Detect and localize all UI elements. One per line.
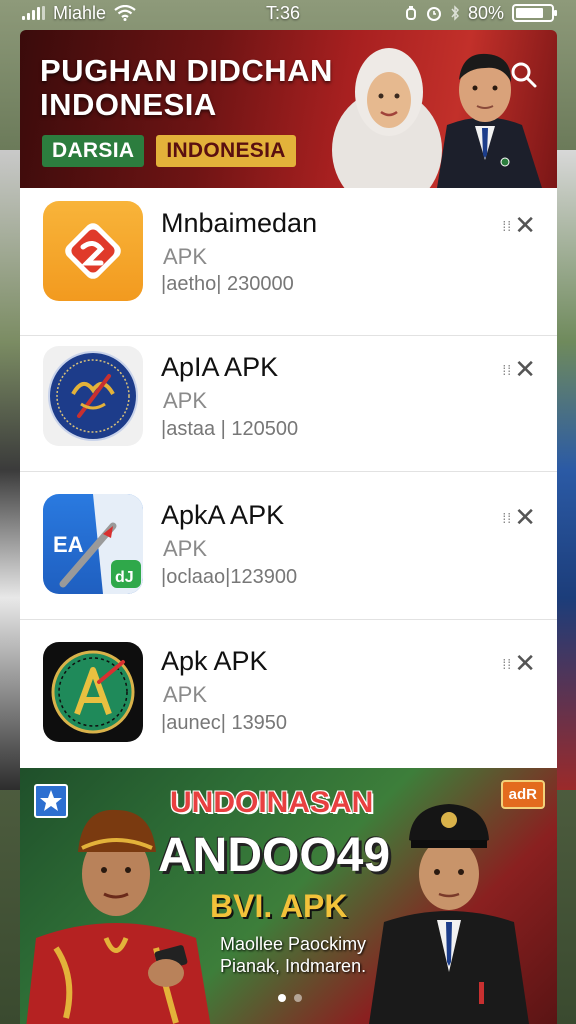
banner-portrait-image [332,48,542,188]
background-photo-right [556,150,576,790]
app-type: APK [163,536,208,561]
list-item[interactable]: ApIA APK APK |astaa | 120500 ⁞⁞ ✕ [20,324,557,472]
app-type: APK [163,682,208,707]
orange-diamond-app-icon [43,201,143,301]
app-type: APK [163,244,208,269]
dismiss-button[interactable]: ⁞⁞ ✕ [502,210,536,241]
svg-text:EA: EA [53,532,84,557]
carousel-dot-active[interactable] [278,994,286,1002]
dots-icon: ⁞⁞ [502,655,513,672]
dots-icon: ⁞⁞ [502,509,513,526]
star-logo-icon [34,784,68,818]
svg-text:dJ: dJ [115,569,134,586]
ea-pencil-app-icon: EA dJ [43,494,143,594]
carousel-dot[interactable] [294,994,302,1002]
app-name: Mnbaimedan [161,208,318,238]
status-right: 80% [404,2,557,24]
status-left: Miahle [22,3,136,24]
list-item[interactable]: EA dJ ApkA APK APK |oclaao|123900 ⁞⁞ ✕ [20,472,557,620]
green-compass-app-icon [43,642,143,742]
app-list: Mnbaimedan APK |aetho| 230000 ⁞⁞ ✕ ApIA … [20,188,557,768]
dots-icon: ⁞⁞ [502,361,513,378]
dots-icon: ⁞⁞ [502,217,513,234]
banner-description-line1: Maollee Paockimy [220,934,367,954]
search-icon[interactable] [509,60,539,90]
battery-fill [516,8,544,18]
clock-icon [426,7,441,21]
app-name: Apk APK [161,646,268,676]
app-name: ApkA APK [161,500,285,530]
signal-icon [22,6,45,20]
tag-gold: INDONESIA [156,135,296,167]
banner-headline: UNDOINASAN [170,786,374,819]
banner-tags: DARSIA INDONESIA [42,135,296,167]
bluetooth-icon [451,5,459,21]
app-name: ApIA APK [161,352,279,382]
clock: T:36 [266,2,301,23]
app-meta: |oclaao|123900 [161,566,298,588]
app-meta: |aunec| 13950 [161,712,288,734]
tag-green: DARSIA [42,135,145,167]
banner-description: Maollee Paockimy Pianak, Indmaren. [220,933,366,977]
carousel-indicator[interactable] [278,994,302,1002]
dismiss-button[interactable]: ⁞⁞ ✕ [502,354,536,385]
close-icon: ✕ [514,648,536,678]
close-icon: ✕ [514,210,536,240]
dismiss-button[interactable]: ⁞⁞ ✕ [502,502,536,533]
close-icon: ✕ [514,354,536,384]
top-banner[interactable]: PUGHAN DIDCHAN INDONESIA DARSIA INDONESI… [20,30,557,188]
carrier-name: Miahle [53,2,107,23]
battery-icon [512,4,557,22]
close-icon: ✕ [514,502,536,532]
banner-person-right-image [369,804,529,1024]
wifi-icon [114,5,136,21]
banner-title: PUGHAN DIDCHAN INDONESIA [40,53,333,122]
list-item[interactable]: Apk APK APK |aunec| 13950 ⁞⁞ ✕ [20,620,557,768]
banner-person-left-image [26,809,211,1024]
app-type: APK [163,388,208,413]
alarm-icon [405,6,416,20]
banner-sub-text: BVI. APK [210,888,348,924]
battery-percent: 80% [467,2,504,23]
list-item[interactable]: Mnbaimedan APK |aetho| 230000 ⁞⁞ ✕ [20,188,557,336]
dismiss-button[interactable]: ⁞⁞ ✕ [502,648,536,679]
bottom-ad-banner[interactable]: adR UNDOINASAN ANDOO49 BVI. APK Maollee … [20,768,557,1024]
emblem-seal-app-icon [43,346,143,446]
background-photo-left [0,150,20,790]
banner-big-text: ANDOO49 [158,829,391,882]
app-meta: |astaa | 120500 [161,418,299,440]
app-meta: |aetho| 230000 [161,273,294,295]
banner-description-line2: Pianak, Indmaren. [220,956,367,976]
status-bar: Miahle T:36 80% [0,0,576,26]
